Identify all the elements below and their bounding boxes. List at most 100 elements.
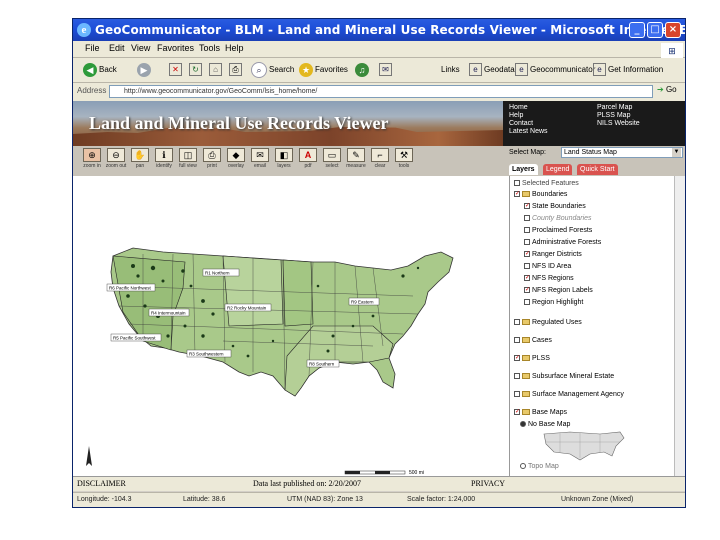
panel-scrollbar[interactable]: [674, 176, 685, 476]
forward-button[interactable]: ▶: [137, 61, 153, 79]
pan-tool[interactable]: ✋ pan: [127, 148, 153, 176]
checkbox[interactable]: [514, 373, 520, 380]
maximize-button[interactable]: □: [647, 22, 663, 38]
link-home[interactable]: Home: [509, 104, 528, 112]
zoom-out-tool[interactable]: ⊖ zoom out: [103, 148, 129, 176]
minimize-button[interactable]: _: [629, 22, 645, 38]
checkbox-checked[interactable]: ✓: [524, 203, 530, 210]
links-label[interactable]: Links: [441, 61, 460, 79]
back-label: Back: [99, 65, 117, 74]
back-button[interactable]: ◀ Back: [83, 61, 117, 79]
checkbox[interactable]: [514, 319, 520, 326]
group-boundaries[interactable]: ✓ Boundaries: [514, 190, 567, 199]
checkbox-checked[interactable]: ✓: [514, 355, 520, 362]
link-geodata[interactable]: e Geodata: [469, 61, 515, 79]
tool-label: overlay: [227, 163, 245, 169]
link-latest-news[interactable]: Latest News: [509, 128, 548, 136]
link-plss-map[interactable]: PLSS Map: [597, 112, 630, 120]
group-subsurface[interactable]: Subsurface Mineral Estate: [514, 372, 614, 381]
address-input[interactable]: http://www.geocommunicator.gov/GeoComm/l…: [109, 85, 653, 98]
checkbox[interactable]: [514, 180, 520, 187]
checkbox[interactable]: [514, 391, 520, 398]
tool-label: clear: [374, 163, 386, 169]
status-scale: Scale factor: 1:24,000: [407, 496, 476, 503]
menu-edit[interactable]: Edit: [109, 43, 125, 53]
layer-item[interactable]: County Boundaries: [524, 214, 592, 223]
radio[interactable]: [520, 463, 526, 470]
measure-tool[interactable]: ✎ measure: [343, 148, 369, 176]
stop-button[interactable]: ✕: [169, 61, 184, 79]
layer-item[interactable]: Proclaimed Forests: [524, 226, 592, 235]
checkbox-checked[interactable]: ✓: [514, 191, 520, 198]
refresh-button[interactable]: ↻: [189, 61, 204, 79]
favorites-button[interactable]: ★ Favorites: [299, 61, 348, 79]
link-geocommunicator[interactable]: e Geocommunicator: [515, 61, 595, 79]
tab-layers[interactable]: Layers: [509, 164, 538, 175]
select-map-dropdown[interactable]: Land Status Map ▼: [561, 147, 683, 158]
full-view-tool[interactable]: ◫ full view: [175, 148, 201, 176]
group-base-maps[interactable]: ✓ Base Maps: [514, 408, 567, 417]
search-button[interactable]: ⌕ Search: [251, 61, 294, 79]
checkbox-checked[interactable]: ✓: [524, 251, 530, 258]
checkbox[interactable]: [524, 263, 530, 270]
link-contact[interactable]: Contact: [509, 120, 533, 128]
layer-item[interactable]: ✓ NFS Region Labels: [524, 286, 593, 295]
checkbox[interactable]: [524, 299, 530, 306]
go-button[interactable]: ➔ Go: [657, 85, 677, 94]
disclaimer-link[interactable]: DISCLAIMER: [77, 479, 126, 488]
layer-item[interactable]: Administrative Forests: [524, 238, 601, 247]
tools-tool[interactable]: ⚒ tools: [391, 148, 417, 176]
menu-view[interactable]: View: [131, 43, 150, 53]
layer-item[interactable]: ✓ Ranger Districts: [524, 250, 582, 259]
checkbox[interactable]: [514, 337, 520, 344]
menu-file[interactable]: File: [85, 43, 100, 53]
selected-features-item[interactable]: Selected Features: [514, 179, 579, 188]
basemap-thumbnail[interactable]: [540, 428, 630, 462]
tool-label: select: [325, 163, 339, 169]
select-tool[interactable]: ▭ select: [319, 148, 345, 176]
media-button[interactable]: ♫: [355, 61, 371, 79]
pdf-tool[interactable]: Apdf: [295, 148, 321, 176]
checkbox-checked[interactable]: ✓: [514, 409, 520, 416]
checkbox[interactable]: [524, 215, 530, 222]
email-tool[interactable]: ✉ email: [247, 148, 273, 176]
layer-label: Administrative Forests: [532, 239, 602, 246]
tab-quick-start[interactable]: Quick Start: [577, 164, 618, 175]
layer-item[interactable]: Region Highlight: [524, 298, 583, 307]
mail-button[interactable]: ✉: [379, 61, 394, 79]
link-get-information[interactable]: e Get Information: [593, 61, 663, 79]
clear-tool[interactable]: ⌐ clear: [367, 148, 393, 176]
checkbox[interactable]: [524, 239, 530, 246]
overlay-tool[interactable]: ◆ overlay: [223, 148, 249, 176]
identify-tool[interactable]: ℹ identify: [151, 148, 177, 176]
map-view[interactable]: R1 Northern R6 Pacific Northwest R4 Inte…: [73, 176, 509, 476]
home-button[interactable]: ⌂: [209, 61, 224, 79]
group-surface-management[interactable]: Surface Management Agency: [514, 390, 624, 399]
pan-icon: ✋: [131, 148, 149, 162]
radio-selected[interactable]: [520, 421, 526, 428]
group-cases[interactable]: Cases: [514, 336, 552, 345]
menu-help[interactable]: Help: [225, 43, 244, 53]
group-regulated-uses[interactable]: Regulated Uses: [514, 318, 582, 327]
layer-item[interactable]: ✓ State Boundaries: [524, 202, 586, 211]
close-button[interactable]: ×: [665, 22, 681, 38]
link-parcel-map[interactable]: Parcel Map: [597, 104, 632, 112]
layer-item[interactable]: NFS ID Area: [524, 262, 571, 271]
tab-legend[interactable]: Legend: [543, 164, 573, 175]
layer-item[interactable]: ✓ NFS Regions: [524, 274, 574, 283]
menu-favorites[interactable]: Favorites: [157, 43, 194, 53]
checkbox-checked[interactable]: ✓: [524, 287, 530, 294]
privacy-link[interactable]: PRIVACY: [471, 479, 505, 488]
link-help[interactable]: Help: [509, 112, 523, 120]
chevron-down-icon: ▼: [672, 148, 681, 157]
print-toolbar-button[interactable]: ⎙: [229, 61, 244, 79]
zoom-in-tool[interactable]: ⊕ zoom in: [79, 148, 105, 176]
link-nils-website[interactable]: NILS Website: [597, 120, 640, 128]
layers-tool[interactable]: ◧ layers: [271, 148, 297, 176]
menu-tools[interactable]: Tools: [199, 43, 220, 53]
print-tool[interactable]: ⎙ print: [199, 148, 225, 176]
checkbox[interactable]: [524, 227, 530, 234]
group-plss[interactable]: ✓ PLSS: [514, 354, 550, 363]
basemap-option[interactable]: Topo Map: [520, 462, 559, 471]
checkbox-checked[interactable]: ✓: [524, 275, 530, 282]
